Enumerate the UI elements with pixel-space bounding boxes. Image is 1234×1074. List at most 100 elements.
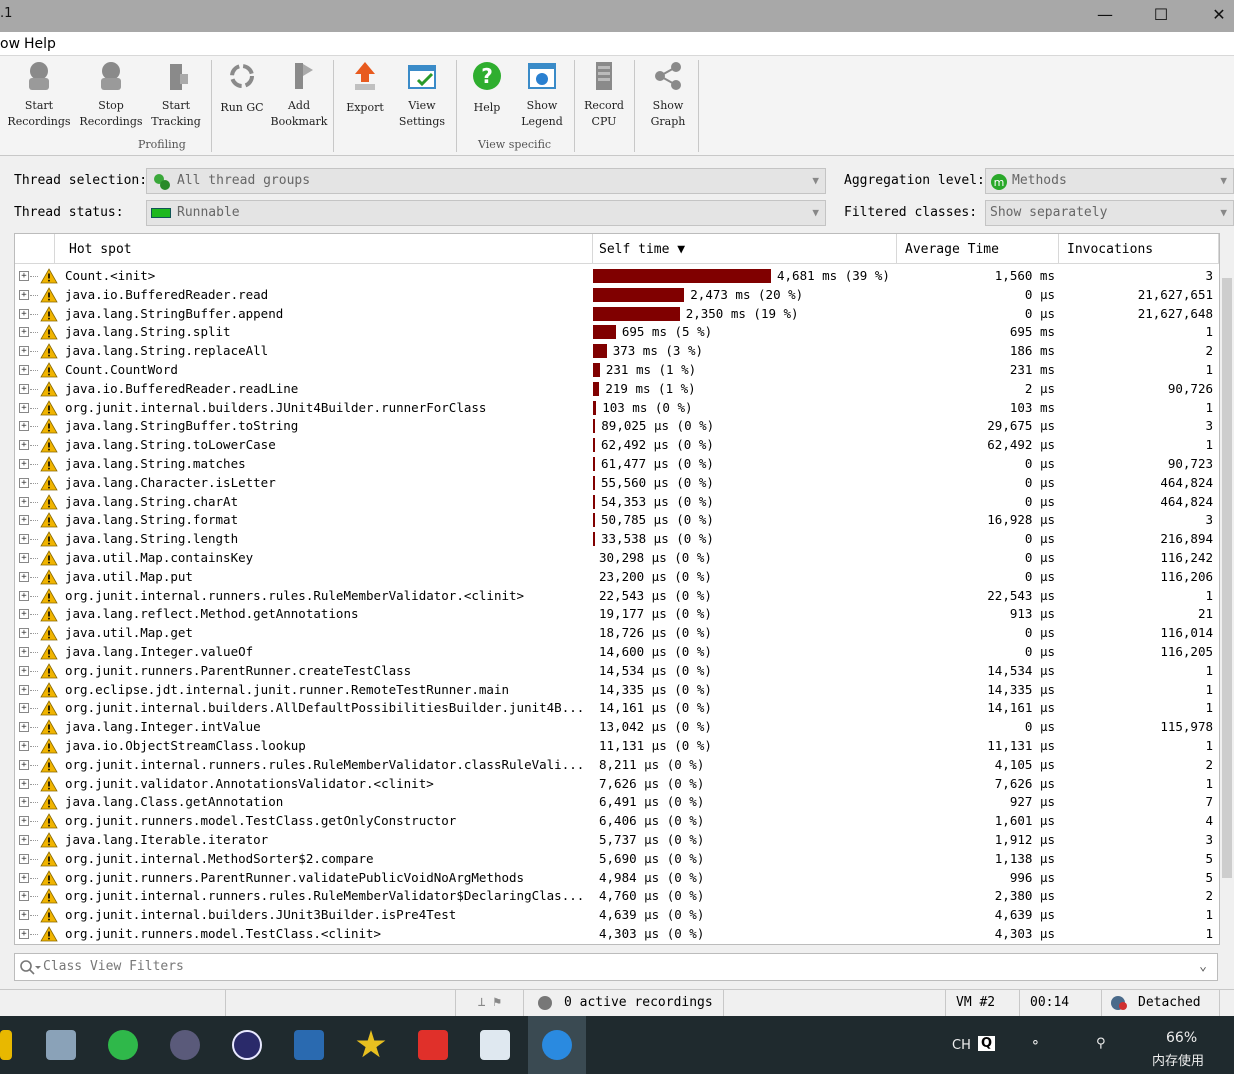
expand-icon[interactable]: +: [19, 421, 29, 432]
scanner-app-icon[interactable]: [46, 1030, 76, 1060]
record-cpu-button[interactable]: Record CPU: [580, 60, 628, 130]
table-row[interactable]: + java.lang.Integer.valueOf 14,600 µs (0 %…: [15, 643, 1219, 662]
expand-icon[interactable]: +: [19, 459, 29, 469]
header-invocations[interactable]: Invocations: [1059, 234, 1219, 264]
expand-icon[interactable]: +: [19, 365, 29, 375]
scrollbar-thumb[interactable]: [1222, 278, 1232, 878]
expand-icon[interactable]: +: [19, 440, 29, 451]
view-settings-button[interactable]: View Settings: [394, 60, 450, 130]
export-button[interactable]: Export: [340, 60, 390, 116]
expand-icon[interactable]: +: [19, 759, 29, 770]
expand-icon[interactable]: +: [19, 477, 29, 488]
table-row[interactable]: + java.util.Map.containsKey 30,298 µs (0 %…: [15, 549, 1219, 568]
table-row[interactable]: + java.lang.String.split 695 ms (5 %) 695 m…: [15, 323, 1219, 342]
start-tracking-button[interactable]: Start Tracking: [148, 60, 204, 130]
expand-icon[interactable]: +: [19, 853, 29, 864]
table-row[interactable]: + org.junit.runners.model.TestClass.getOn…: [15, 812, 1219, 831]
expand-icon[interactable]: +: [19, 703, 29, 714]
table-row[interactable]: + java.lang.StringBuffer.toString 89,025 µ…: [15, 417, 1219, 436]
expand-icon[interactable]: +: [19, 835, 29, 845]
close-button[interactable]: ✕: [1190, 0, 1234, 32]
table-row[interactable]: + java.lang.String.format 50,785 µs (0 %) 1…: [15, 511, 1219, 530]
table-row[interactable]: + org.junit.internal.builders.JUnit3Build…: [15, 906, 1219, 925]
menu-help[interactable]: Help: [24, 36, 56, 52]
thread-selection-combo[interactable]: All thread groups ▼: [146, 168, 826, 194]
help-button[interactable]: ? Help: [464, 60, 510, 116]
table-row[interactable]: + org.junit.runners.model.TestClass.<clin…: [15, 925, 1219, 944]
header-self-time[interactable]: Self time ▼: [591, 234, 897, 264]
aggregation-level-combo[interactable]: m Methods ▼: [985, 168, 1234, 194]
table-row[interactable]: + java.lang.String.replaceAll 373 ms (3 %)…: [15, 342, 1219, 361]
expand-icon[interactable]: +: [19, 402, 29, 413]
browser-app-icon[interactable]: [108, 1030, 138, 1060]
expand-icon[interactable]: +: [19, 308, 29, 319]
expand-icon[interactable]: +: [19, 628, 29, 639]
expand-icon[interactable]: +: [19, 289, 29, 300]
star-app-icon[interactable]: [356, 1030, 386, 1058]
table-row[interactable]: + java.lang.Integer.intValue 13,042 µs (0 …: [15, 718, 1219, 737]
expand-icon[interactable]: +: [19, 929, 29, 939]
chevron-down-icon[interactable]: ⌄: [1199, 959, 1207, 974]
start-recordings-button[interactable]: Start Recordings: [6, 60, 72, 130]
header-hotspot[interactable]: Hot spot: [61, 234, 593, 264]
profiler-app-icon[interactable]: [542, 1030, 572, 1060]
table-row[interactable]: + java.lang.String.length 33,538 µs (0 %) 0…: [15, 530, 1219, 549]
expand-icon[interactable]: +: [19, 553, 29, 563]
maximize-button[interactable]: ☐: [1132, 0, 1190, 32]
table-row[interactable]: + org.junit.internal.builders.AllDefaultP…: [15, 699, 1219, 718]
expand-icon[interactable]: +: [19, 515, 29, 526]
vertical-scrollbar[interactable]: [1220, 266, 1234, 946]
table-row[interactable]: + java.lang.Iterable.iterator 5,737 µs (0 …: [15, 831, 1219, 850]
run-gc-button[interactable]: Run GC: [216, 60, 268, 116]
table-row[interactable]: + org.junit.runners.ParentRunner.validate…: [15, 869, 1219, 888]
table-row[interactable]: + java.lang.String.matches 61,477 µs (0 %)…: [15, 455, 1219, 474]
table-row[interactable]: + java.util.Map.get 18,726 µs (0 %) 0 µs 116…: [15, 624, 1219, 643]
expand-icon[interactable]: +: [19, 647, 29, 657]
expand-icon[interactable]: +: [19, 891, 29, 902]
game-app-icon[interactable]: [294, 1030, 324, 1060]
expand-icon[interactable]: +: [19, 383, 29, 394]
photos-app-icon[interactable]: [480, 1030, 510, 1060]
expand-icon[interactable]: +: [19, 271, 29, 281]
filtered-classes-combo[interactable]: Show separately ▼: [985, 200, 1234, 226]
table-row[interactable]: + java.lang.Character.isLetter 55,560 µs (…: [15, 474, 1219, 493]
table-row[interactable]: + java.io.BufferedReader.read 2,473 ms (20…: [15, 286, 1219, 305]
table-row[interactable]: + Count.<init> 4,681 ms (39 %) 1,560 ms 3: [15, 267, 1219, 286]
table-row[interactable]: + org.junit.internal.MethodSorter$2.compa…: [15, 850, 1219, 869]
table-row[interactable]: + org.junit.internal.runners.rules.RuleMe…: [15, 756, 1219, 775]
expand-icon[interactable]: +: [19, 684, 29, 695]
expand-icon[interactable]: +: [19, 778, 29, 789]
class-view-filter[interactable]: Class View Filters ⌄: [14, 953, 1218, 981]
expand-icon[interactable]: +: [19, 496, 29, 507]
folder-icon[interactable]: [0, 1030, 12, 1060]
menu-window[interactable]: ow: [0, 36, 20, 52]
expand-icon[interactable]: +: [19, 722, 29, 733]
table-row[interactable]: + java.lang.String.toLowerCase 62,492 µs (…: [15, 436, 1219, 455]
show-legend-button[interactable]: Show Legend: [516, 60, 568, 130]
table-row[interactable]: + org.junit.internal.runners.rules.RuleMe…: [15, 587, 1219, 606]
table-row[interactable]: + org.junit.internal.runners.rules.RuleMe…: [15, 887, 1219, 906]
table-row[interactable]: + java.lang.String.charAt 54,353 µs (0 %) 0…: [15, 493, 1219, 512]
eclipse-app-icon[interactable]: [232, 1030, 262, 1060]
table-row[interactable]: + Count.CountWord 231 ms (1 %) 231 ms 1: [15, 361, 1219, 380]
header-average-time[interactable]: Average Time: [897, 234, 1059, 264]
show-graph-button[interactable]: Show Graph: [642, 60, 694, 130]
globe-app-icon[interactable]: [170, 1030, 200, 1060]
table-row[interactable]: + java.io.ObjectStreamClass.lookup 11,131 …: [15, 737, 1219, 756]
expand-icon[interactable]: +: [19, 346, 29, 357]
table-row[interactable]: + org.eclipse.jdt.internal.junit.runner.R…: [15, 681, 1219, 700]
table-row[interactable]: + org.junit.validator.AnnotationsValidato…: [15, 775, 1219, 794]
expand-icon[interactable]: +: [19, 816, 29, 827]
ime-indicator[interactable]: Q: [978, 1036, 996, 1051]
music-app-icon[interactable]: [418, 1030, 448, 1060]
expand-icon[interactable]: +: [19, 590, 29, 601]
table-row[interactable]: + java.util.Map.put 23,200 µs (0 %) 0 µs 116…: [15, 568, 1219, 587]
expand-icon[interactable]: +: [19, 872, 29, 883]
expand-icon[interactable]: +: [19, 665, 29, 676]
expand-icon[interactable]: +: [19, 609, 29, 620]
expand-icon[interactable]: +: [19, 741, 29, 751]
table-row[interactable]: + java.lang.Class.getAnnotation 6,491 µs (…: [15, 793, 1219, 812]
table-row[interactable]: + java.lang.reflect.Method.getAnnotations…: [15, 605, 1219, 624]
table-row[interactable]: + java.io.BufferedReader.readLine 219 ms (…: [15, 380, 1219, 399]
table-row[interactable]: + org.junit.runners.ParentRunner.createTe…: [15, 662, 1219, 681]
